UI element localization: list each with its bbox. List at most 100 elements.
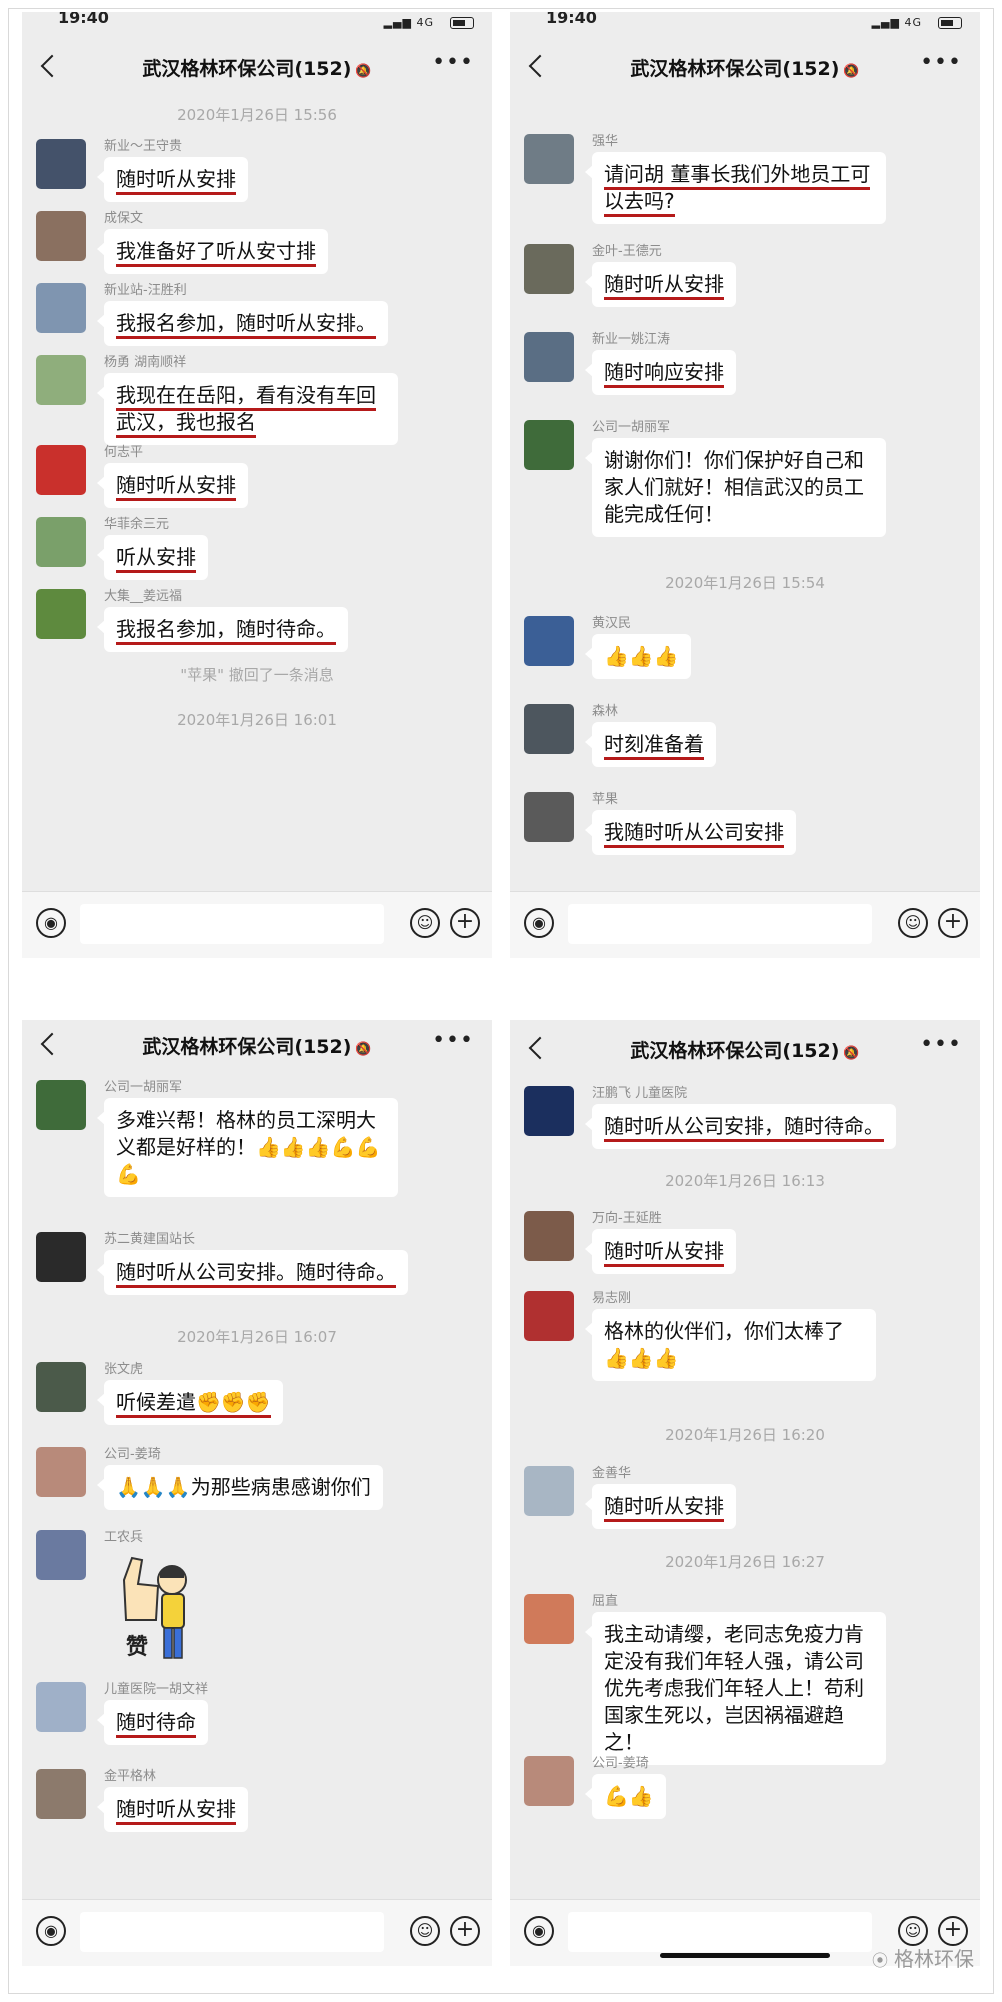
message-bubble[interactable]: 🙏🙏🙏为那些病患感谢你们: [97, 1465, 383, 1510]
back-icon[interactable]: [40, 54, 64, 78]
chat-panel-1: 19:40 ▂▄▆ 4G 武汉格林环保公司(152) 🔕 ••• 2020年1月2…: [22, 12, 492, 958]
plus-icon[interactable]: +: [938, 1916, 968, 1946]
input-bar: ◉ ☺ +: [510, 891, 980, 958]
voice-icon[interactable]: ◉: [36, 908, 66, 938]
avatar[interactable]: [36, 1447, 86, 1497]
timestamp: 2020年1月26日 16:07: [177, 1328, 337, 1346]
back-icon[interactable]: [40, 1032, 64, 1056]
sender-name: 金平格林: [104, 1769, 157, 1784]
sender-name: 金叶-王德元: [592, 244, 662, 259]
avatar[interactable]: [524, 1086, 574, 1136]
avatar[interactable]: [36, 1362, 86, 1412]
network-indicator: ▂▄▆ 4G: [383, 16, 434, 29]
avatar[interactable]: [36, 1080, 86, 1130]
voice-icon[interactable]: ◉: [524, 1916, 554, 1946]
chat-header: 武汉格林环保公司(152) 🔕 •••: [510, 42, 980, 94]
avatar[interactable]: [524, 1594, 574, 1644]
message-bubble[interactable]: 随时听从安排: [97, 463, 248, 508]
more-options-icon[interactable]: •••: [432, 1028, 474, 1053]
avatar[interactable]: [36, 589, 86, 639]
avatar[interactable]: [524, 792, 574, 842]
message-bubble[interactable]: 听从安排: [97, 535, 208, 580]
message-input[interactable]: [80, 1912, 384, 1952]
message-bubble[interactable]: 听候差遣✊✊✊: [97, 1380, 283, 1425]
avatar[interactable]: [524, 332, 574, 382]
message-bubble[interactable]: 随时响应安排: [585, 350, 736, 395]
message-bubble[interactable]: 随时听从安排: [585, 1229, 736, 1274]
message-input[interactable]: [568, 904, 872, 944]
message-input[interactable]: [80, 904, 384, 944]
message-bubble[interactable]: 请问胡 董事长我们外地员工可以去吗?: [585, 152, 886, 224]
voice-icon[interactable]: ◉: [36, 1916, 66, 1946]
message-input[interactable]: [568, 1912, 872, 1952]
message-bubble[interactable]: 多难兴帮！格林的员工深明大义都是好样的！👍👍👍💪💪💪: [97, 1098, 398, 1197]
avatar[interactable]: [36, 283, 86, 333]
emoji-icon[interactable]: ☺: [898, 908, 928, 938]
home-indicator: [660, 1953, 830, 1958]
avatar[interactable]: [524, 420, 574, 470]
message-bubble[interactable]: 随时听从安排: [97, 1787, 248, 1832]
plus-icon[interactable]: +: [450, 1916, 480, 1946]
message-bubble[interactable]: 我现在在岳阳，看有没有车回武汉，我也报名: [97, 373, 398, 445]
message-bubble[interactable]: 谢谢你们！你们保护好自己和家人们就好！相信武汉的员工能完成任何！: [585, 438, 886, 537]
chat-title: 武汉格林环保公司(152): [142, 1036, 352, 1058]
timestamp: 2020年1月26日 16:13: [665, 1172, 825, 1190]
message-bubble[interactable]: 随时听从公司安排。随时待命。: [97, 1250, 408, 1295]
more-options-icon[interactable]: •••: [432, 50, 474, 75]
avatar[interactable]: [36, 1530, 86, 1580]
message-bubble[interactable]: 随时听从安排: [585, 1484, 736, 1529]
plus-icon[interactable]: +: [450, 908, 480, 938]
back-icon[interactable]: [528, 1036, 552, 1060]
avatar[interactable]: [524, 134, 574, 184]
avatar[interactable]: [36, 139, 86, 189]
message-bubble[interactable]: 我主动请缨，老同志免疫力肯定没有我们年轻人强，请公司优先考虑我们年轻人上！苟利国…: [585, 1612, 886, 1765]
emoji-icon[interactable]: ☺: [410, 1916, 440, 1946]
emoji-icon[interactable]: ☺: [898, 1916, 928, 1946]
avatar[interactable]: [36, 1232, 86, 1282]
sender-name: 黄汉民: [592, 616, 632, 631]
emoji-icon[interactable]: ☺: [410, 908, 440, 938]
more-options-icon[interactable]: •••: [920, 1032, 962, 1057]
avatar[interactable]: [36, 445, 86, 495]
chat-panel-2: 19:40 ▂▄▆ 4G 武汉格林环保公司(152) 🔕 ••• 强华 请问胡 董…: [510, 12, 980, 958]
status-time: 19:40: [546, 12, 597, 27]
sender-name: 汪鹏飞 儿童医院: [592, 1086, 688, 1101]
avatar[interactable]: [36, 1769, 86, 1819]
timestamp: 2020年1月26日 15:56: [177, 106, 337, 124]
more-options-icon[interactable]: •••: [920, 50, 962, 75]
message-bubble[interactable]: 我报名参加，随时待命。: [97, 607, 348, 652]
message-bubble[interactable]: 💪👍: [585, 1774, 666, 1819]
message-bubble[interactable]: 我报名参加，随时听从安排。: [97, 301, 388, 346]
message-bubble[interactable]: 格林的伙伴们，你们太棒了👍👍👍: [585, 1309, 876, 1381]
voice-icon[interactable]: ◉: [524, 908, 554, 938]
sender-name: 万向-王延胜: [592, 1211, 662, 1226]
avatar[interactable]: [524, 1291, 574, 1341]
status-bar: 19:40 ▂▄▆ 4G: [510, 12, 980, 34]
message-bubble[interactable]: 我准备好了听从安寸排: [97, 229, 328, 274]
avatar[interactable]: [36, 211, 86, 261]
avatar[interactable]: [36, 1682, 86, 1732]
message-bubble[interactable]: 随时听从安排: [97, 157, 248, 202]
back-icon[interactable]: [528, 54, 552, 78]
sender-name: 新业站-汪胜利: [104, 283, 187, 298]
message-bubble[interactable]: 随时待命: [97, 1700, 208, 1745]
avatar[interactable]: [36, 517, 86, 567]
thumbs-up-sticker[interactable]: 赞: [104, 1550, 214, 1668]
message-bubble[interactable]: 时刻准备着: [585, 722, 716, 767]
avatar[interactable]: [36, 355, 86, 405]
message-bubble[interactable]: 👍👍👍: [585, 634, 691, 679]
avatar[interactable]: [524, 244, 574, 294]
message-bubble[interactable]: 我随时听从公司安排: [585, 810, 796, 855]
avatar[interactable]: [524, 1466, 574, 1516]
avatar[interactable]: [524, 1756, 574, 1806]
avatar[interactable]: [524, 704, 574, 754]
message-bubble[interactable]: 随时听从公司安排，随时待命。: [585, 1104, 896, 1149]
chat-header: 武汉格林环保公司(152) 🔕 •••: [510, 1024, 980, 1076]
sender-name: 工农兵: [104, 1530, 144, 1545]
avatar[interactable]: [524, 1211, 574, 1261]
sender-name: 公司-姜琦: [104, 1447, 161, 1462]
avatar[interactable]: [524, 616, 574, 666]
message-bubble[interactable]: 随时听从安排: [585, 262, 736, 307]
plus-icon[interactable]: +: [938, 908, 968, 938]
battery-icon: [450, 17, 474, 29]
